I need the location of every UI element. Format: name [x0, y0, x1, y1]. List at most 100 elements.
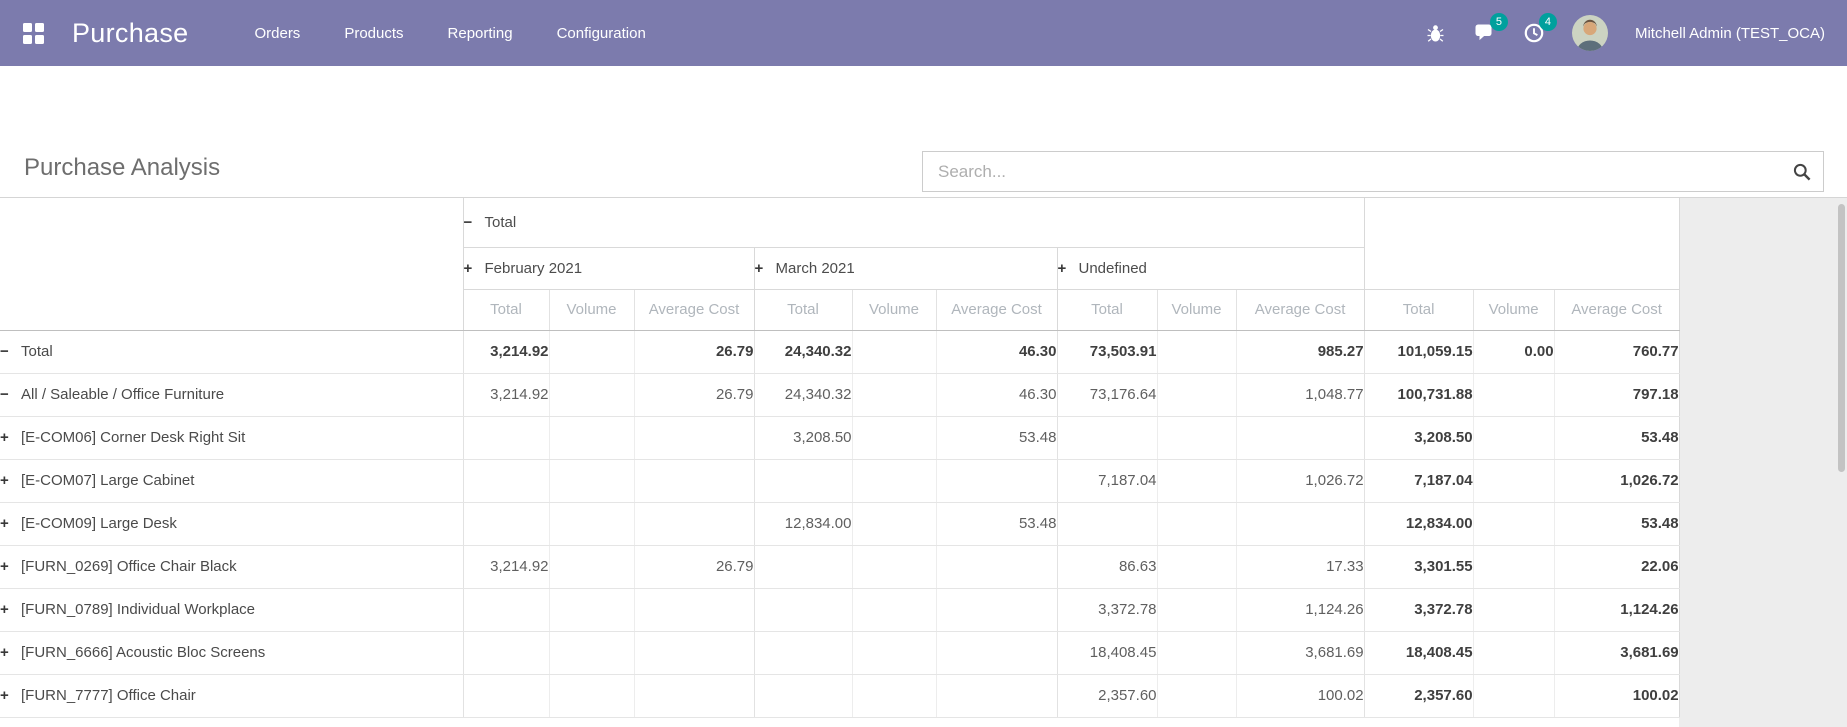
pivot-measure-header[interactable]: Average Cost	[1553, 289, 1680, 331]
pivot-measure-header[interactable]: Volume	[1472, 289, 1555, 331]
pivot-row-header[interactable]: + [FURN_0789] Individual Workplace	[0, 588, 463, 632]
pivot-cell	[851, 674, 936, 718]
pivot-cell: 7,187.04	[1056, 459, 1157, 503]
pivot-cell: 12,834.00	[753, 502, 852, 546]
vertical-scrollbar[interactable]	[1838, 204, 1845, 472]
pivot-cell	[1156, 631, 1236, 675]
pivot-row-label: [E-COM07] Large Cabinet	[21, 472, 195, 489]
pivot-measure-header[interactable]: Average Cost	[1235, 289, 1365, 331]
pivot-colgroup-header[interactable]: + Undefined	[1056, 247, 1365, 290]
pivot-cell: 1,048.77	[1235, 373, 1365, 417]
pivot-cell	[1472, 373, 1555, 417]
pivot-table: − Total + February 2021 + March 2021 + Undefine…	[0, 198, 1680, 718]
pivot-row-label: All / Saleable / Office Furniture	[21, 386, 225, 403]
pivot-measure-header[interactable]: Total	[462, 289, 549, 331]
pivot-row-label: [FURN_0789] Individual Workplace	[21, 601, 256, 618]
debug-bug-button[interactable]	[1425, 21, 1447, 45]
pivot-cell	[462, 459, 549, 503]
pivot-cell	[462, 416, 549, 460]
pivot-row-label: Total	[21, 343, 53, 360]
pivot-cell	[633, 459, 754, 503]
pivot-cell: 22.06	[1553, 545, 1680, 589]
pivot-cell	[1156, 588, 1236, 632]
pivot-cell: 17.33	[1235, 545, 1365, 589]
nav-menu-item-products[interactable]: Products	[344, 25, 403, 42]
pivot-colgroup-header[interactable]: + February 2021	[462, 247, 754, 290]
navbar-right: 5 4 Mitchell Admin (TEST_OCA)	[1425, 13, 1847, 51]
pivot-corner-cell	[0, 247, 463, 289]
pivot-header-row: − Total	[0, 198, 1680, 290]
pivot-cell	[1156, 416, 1236, 460]
pivot-row-header[interactable]: + [FURN_0269] Office Chair Black	[0, 545, 463, 589]
app-brand[interactable]: Purchase	[72, 18, 188, 49]
pivot-row-header[interactable]: + [FURN_7777] Office Chair	[0, 674, 463, 718]
pivot-cell: 3,301.55	[1363, 545, 1474, 589]
pivot-measure-header[interactable]: Volume	[1156, 289, 1236, 331]
pivot-cell: 46.30	[935, 330, 1057, 374]
pivot-cell	[1156, 330, 1236, 374]
pivot-cell	[548, 545, 634, 589]
pivot-cell	[633, 588, 754, 632]
search-input[interactable]	[923, 152, 1823, 191]
pivot-cell: 26.79	[633, 545, 754, 589]
pivot-cell: 53.48	[935, 502, 1057, 546]
avatar-image	[1571, 15, 1608, 51]
pivot-cell	[935, 631, 1057, 675]
activities-button[interactable]: 4	[1523, 13, 1557, 45]
pivot-row: + [FURN_7777] Office Chair 2,357.60 100.02 2…	[0, 674, 1680, 718]
pivot-row-header[interactable]: − Total	[0, 330, 463, 374]
pivot-cell	[548, 416, 634, 460]
pivot-row: + [FURN_0269] Office Chair Black 3,214.92 2…	[0, 545, 1680, 589]
pivot-cell: 1,124.26	[1235, 588, 1365, 632]
nav-menu-item-configuration[interactable]: Configuration	[557, 25, 646, 42]
pivot-cell	[851, 631, 936, 675]
pivot-measure-header[interactable]: Total	[1363, 289, 1474, 331]
pivot-row-header[interactable]: + [E-COM09] Large Desk	[0, 502, 463, 546]
pivot-row-header[interactable]: − All / Saleable / Office Furniture	[0, 373, 463, 417]
pivot-cell	[1235, 416, 1365, 460]
pivot-row-header[interactable]: + [FURN_6666] Acoustic Bloc Screens	[0, 631, 463, 675]
pivot-measure-header[interactable]: Average Cost	[633, 289, 754, 331]
pivot-colgroup-header[interactable]: + March 2021	[753, 247, 1057, 290]
pivot-cell: 2,357.60	[1056, 674, 1157, 718]
search-icon[interactable]	[1793, 163, 1811, 186]
pivot-cell: 26.79	[633, 330, 754, 374]
pivot-cell	[753, 545, 852, 589]
pivot-cell	[935, 588, 1057, 632]
pivot-cell	[851, 588, 936, 632]
pivot-row-label: [FURN_6666] Acoustic Bloc Screens	[21, 644, 266, 661]
nav-menu-item-orders[interactable]: Orders	[254, 25, 300, 42]
nav-menu-item-reporting[interactable]: Reporting	[448, 25, 513, 42]
pivot-colgroup-header-total[interactable]: − Total	[462, 198, 1365, 248]
pivot-measure-header[interactable]: Total	[1056, 289, 1157, 331]
pivot-body: − Total 3,214.92 26.79 24,340.32 46.30 73,503.…	[0, 330, 1680, 718]
user-menu[interactable]: Mitchell Admin (TEST_OCA)	[1635, 25, 1825, 42]
pivot-cell: 100.02	[1553, 674, 1680, 718]
pivot-row: + [E-COM06] Corner Desk Right Sit 3,208.50…	[0, 416, 1680, 460]
pivot-cell: 26.79	[633, 373, 754, 417]
pivot-cell	[1472, 502, 1555, 546]
pivot-colgroup-label: Total	[484, 213, 517, 231]
pivot-cell	[851, 545, 936, 589]
avatar[interactable]	[1571, 15, 1608, 51]
pivot-row-header[interactable]: + [E-COM07] Large Cabinet	[0, 459, 463, 503]
plus-toggle-icon: +	[1057, 259, 1067, 277]
pivot-cell	[935, 674, 1057, 718]
pivot-row-header[interactable]: + [E-COM06] Corner Desk Right Sit	[0, 416, 463, 460]
pivot-measure-header[interactable]: Volume	[851, 289, 936, 331]
bug-icon	[1427, 24, 1444, 42]
messages-button[interactable]: 5	[1474, 13, 1508, 45]
pivot-cell	[548, 459, 634, 503]
pivot-cell: 12,834.00	[1363, 502, 1474, 546]
pivot-cell: 3,214.92	[462, 330, 549, 374]
pivot-cell	[548, 502, 634, 546]
pivot-cell	[462, 502, 549, 546]
pivot-cell: 100,731.88	[1363, 373, 1474, 417]
pivot-measure-header[interactable]: Average Cost	[935, 289, 1057, 331]
page-title: Purchase Analysis	[24, 154, 221, 181]
pivot-row-label: [E-COM09] Large Desk	[21, 515, 177, 532]
pivot-measure-header[interactable]: Volume	[548, 289, 634, 331]
apps-menu-button[interactable]	[20, 20, 46, 46]
pivot-cell	[1156, 459, 1236, 503]
pivot-measure-header[interactable]: Total	[753, 289, 852, 331]
